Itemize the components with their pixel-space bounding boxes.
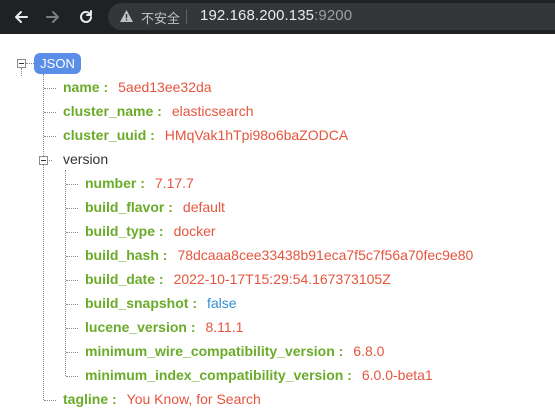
tree-connector <box>66 256 78 257</box>
address-bar[interactable]: 不安全 192.168.200.135:9200 <box>108 3 555 30</box>
tree-connector <box>44 400 56 401</box>
field-row-number: number : 7.17.7 <box>85 175 194 191</box>
field-key: build_date : <box>85 271 164 287</box>
field-key: minimum_wire_compatibility_version : <box>85 343 344 359</box>
json-root-badge[interactable]: JSON <box>34 53 81 74</box>
field-key: build_hash : <box>85 247 168 263</box>
tree-connector <box>44 112 56 113</box>
field-key: minimum_index_compatibility_version : <box>85 367 352 383</box>
tree-connector <box>65 170 66 376</box>
back-arrow-icon <box>15 11 28 23</box>
field-row-tagline: tagline : You Know, for Search <box>63 391 261 407</box>
collapse-root-toggle[interactable] <box>17 59 26 68</box>
collapse-version-toggle[interactable] <box>39 156 48 165</box>
tree-connector <box>66 328 78 329</box>
field-row-cluster-name: cluster_name : elasticsearch <box>63 103 254 119</box>
field-value: docker <box>173 223 216 239</box>
reload-button[interactable] <box>73 0 99 34</box>
field-value: elasticsearch <box>171 103 254 119</box>
field-row-version[interactable]: version <box>63 151 108 167</box>
field-value: HMqVak1hTpi98o6baZODCA <box>164 127 349 143</box>
field-value: 6.0.0-beta1 <box>361 367 433 383</box>
field-row-min-wire-compat: minimum_wire_compatibility_version : 6.8.… <box>85 343 384 359</box>
field-row-build-type: build_type : docker <box>85 223 216 239</box>
field-key: cluster_name : <box>63 103 162 119</box>
field-row-build-snapshot: build_snapshot : false <box>85 295 237 311</box>
field-value: 2022-10-17T15:29:54.167373105Z <box>173 271 391 287</box>
field-key: build_snapshot : <box>85 295 197 311</box>
field-row-min-index-compat: minimum_index_compatibility_version : 6.0… <box>85 367 433 383</box>
forward-arrow-icon <box>46 11 59 23</box>
tree-connector <box>43 74 44 400</box>
field-row-build-hash: build_hash : 78dcaaa8cee33438b91eca7f5c7f… <box>85 247 473 263</box>
back-button[interactable] <box>8 0 34 34</box>
warning-icon[interactable] <box>119 9 134 23</box>
tree-connector <box>66 304 78 305</box>
field-key: lucene_version : <box>85 319 196 335</box>
field-value: 8.11.1 <box>205 319 244 335</box>
tree-connector <box>66 208 78 209</box>
field-key: build_flavor : <box>85 199 173 215</box>
field-value: 5aed13ee32da <box>118 79 212 95</box>
field-key: name : <box>63 79 109 95</box>
field-value: 78dcaaa8cee33438b91eca7f5c7f56a70fec9e80 <box>177 247 474 263</box>
field-row-cluster-uuid: cluster_uuid : HMqVak1hTpi98o6baZODCA <box>63 127 348 143</box>
field-row-build-flavor: build_flavor : default <box>85 199 225 215</box>
tree-connector <box>66 184 78 185</box>
field-key: number : <box>85 175 145 191</box>
tree-connector <box>66 352 78 353</box>
field-value: default <box>182 199 225 215</box>
security-label[interactable]: 不安全 <box>141 8 180 27</box>
field-row-build-date: build_date : 2022-10-17T15:29:54.16737310… <box>85 271 391 287</box>
address-separator <box>186 9 187 24</box>
tree-connector <box>26 63 34 64</box>
forward-button[interactable] <box>40 0 66 34</box>
reload-icon <box>80 10 92 23</box>
tree-connector <box>21 68 22 76</box>
tree-connector <box>44 136 56 137</box>
url-port: :9200 <box>314 7 353 24</box>
field-row-lucene-version: lucene_version : 8.11.1 <box>85 319 243 335</box>
field-value: 7.17.7 <box>154 175 194 191</box>
field-value: false <box>207 295 237 311</box>
tree-connector <box>66 280 78 281</box>
version-label: version <box>63 151 109 167</box>
url-text[interactable]: 192.168.200.135:9200 <box>200 7 352 24</box>
field-key: build_type : <box>85 223 164 239</box>
browser-toolbar: 不安全 192.168.200.135:9200 <box>0 0 555 34</box>
field-key: cluster_uuid : <box>63 127 155 143</box>
url-host: 192.168.200.135 <box>200 7 315 24</box>
tree-connector <box>44 88 56 89</box>
tree-connector <box>66 232 78 233</box>
field-value: 6.8.0 <box>353 343 385 359</box>
field-key: tagline : <box>63 391 117 407</box>
field-row-name: name : 5aed13ee32da <box>63 79 212 95</box>
tree-connector <box>66 376 78 377</box>
field-value: You Know, for Search <box>126 391 261 407</box>
